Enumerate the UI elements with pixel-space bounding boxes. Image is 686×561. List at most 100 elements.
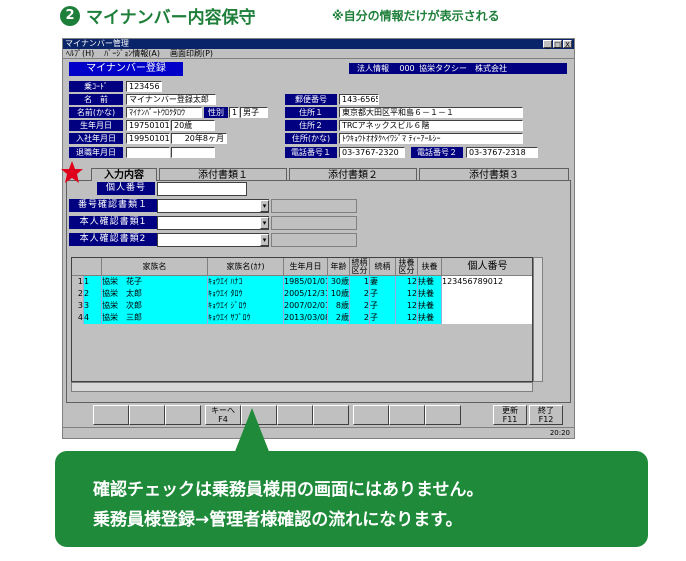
grid-cell-mynum[interactable] bbox=[442, 300, 532, 312]
mynum-input[interactable] bbox=[157, 182, 247, 196]
fkey-f6[interactable] bbox=[277, 405, 313, 425]
kana-field[interactable]: ﾏｲﾅﾝﾊﾞｰﾄｳﾛｸﾀﾛｳ bbox=[126, 107, 202, 118]
fkey-f12[interactable]: 終了 F12 bbox=[529, 405, 563, 425]
confirm-doc-select[interactable] bbox=[157, 199, 269, 213]
grid-header: 扶養区分 bbox=[396, 258, 418, 276]
minimize-button[interactable]: _ bbox=[543, 40, 552, 49]
grid-cell-age: 30歳 bbox=[328, 276, 350, 288]
zip-label: 郵便番号 bbox=[285, 94, 337, 105]
grid-cell-rc: 2 bbox=[350, 300, 370, 312]
tel1-field[interactable]: 03-3767-2320 bbox=[339, 147, 405, 158]
grid-cell-mynum[interactable] bbox=[442, 288, 532, 300]
grid-cell-name: 協栄 花子 bbox=[102, 276, 208, 288]
sex-code-field[interactable]: 1 bbox=[229, 107, 239, 118]
grid-cell-birth: 2007/02/01 bbox=[284, 300, 328, 312]
fkey-f1[interactable] bbox=[93, 405, 129, 425]
sex-label: 性別 bbox=[204, 107, 228, 118]
grid-cell-rc: 1 bbox=[350, 276, 370, 288]
fkey-f2[interactable] bbox=[129, 405, 165, 425]
addr1-label: 住所１ bbox=[285, 107, 337, 118]
retire-label: 退職年月日 bbox=[69, 147, 123, 158]
grid-cell-rel: 妻 bbox=[370, 276, 396, 288]
emp-code-label: 乗ｺｰﾄﾞ bbox=[69, 81, 123, 92]
grid-cell-kana: ｷｮｳｴｲ ﾀﾛｳ bbox=[208, 288, 284, 300]
age-field: 20歳 bbox=[171, 120, 215, 131]
grid-cell-dep: 扶養 bbox=[418, 300, 442, 312]
grid-header: 家族名(ｶﾅ) bbox=[208, 258, 284, 276]
menu-version[interactable]: ﾊﾞｰｼﾞｮﾝ情報(A) bbox=[104, 49, 160, 58]
chevron-down-icon[interactable]: ▾ bbox=[260, 200, 269, 212]
grid-cell-mynum[interactable] bbox=[442, 312, 532, 324]
name-field[interactable]: マイナンバー登録太郎 bbox=[126, 94, 216, 105]
star-icon bbox=[61, 161, 83, 183]
grid-cell-dc: 12 bbox=[396, 276, 418, 288]
company-code: 000 bbox=[397, 63, 417, 74]
grid-cell-mynum[interactable]: 123456789012 bbox=[442, 276, 532, 288]
tel2-field[interactable]: 03-3767-2318 bbox=[466, 147, 538, 158]
title-bar: マイナンバー管理 _ □ X bbox=[63, 39, 574, 49]
grid-header: 扶養 bbox=[418, 258, 442, 276]
fkey-f3[interactable] bbox=[165, 405, 201, 425]
table-row[interactable]: 3 3 協栄 次郎 ｷｮｳｴｲ ｼﾞﾛｳ 2007/02/01 8歳 2 子 12 扶養 bbox=[72, 300, 532, 312]
fkey-f7[interactable] bbox=[313, 405, 349, 425]
chevron-down-icon[interactable]: ▾ bbox=[260, 217, 269, 229]
chevron-down-icon[interactable]: ▾ bbox=[260, 234, 269, 246]
grid-header: 個人番号 bbox=[442, 258, 532, 276]
grid-cell-no: 4 bbox=[72, 312, 84, 324]
status-bar: 20:20 bbox=[63, 427, 574, 438]
vertical-scrollbar[interactable] bbox=[533, 257, 543, 382]
grid-cell-birth: 1985/01/01 bbox=[284, 276, 328, 288]
grid-cell-rc: 2 bbox=[350, 312, 370, 324]
callout-line-1: 確認チェックは乗務員様用の画面にはありません。 bbox=[93, 480, 484, 500]
grid-cell-idx: 3 bbox=[84, 300, 102, 312]
menu-help[interactable]: ﾍﾙﾌﾟ(H) bbox=[66, 49, 94, 58]
zip-field[interactable]: 143-6565 bbox=[339, 94, 379, 105]
grid-cell-rel: 子 bbox=[370, 312, 396, 324]
callout-box: 確認チェックは乗務員様用の画面にはありません。 乗務員様登録→管理者様確認の流れ… bbox=[55, 451, 648, 547]
fkey-f9[interactable] bbox=[389, 405, 425, 425]
maximize-button[interactable]: □ bbox=[553, 40, 562, 49]
menu-print[interactable]: 画面印刷(P) bbox=[170, 49, 213, 58]
tel2-label: 電話番号２ bbox=[411, 147, 463, 158]
table-row[interactable]: 4 4 協栄 三郎 ｷｮｳｴｲ ｻﾌﾞﾛｳ 2013/03/08 2歳 2 子 12 扶養 bbox=[72, 312, 532, 324]
callout-line-2: 乗務員様登録→管理者様確認の流れになります。 bbox=[93, 510, 463, 530]
app-window: マイナンバー管理 _ □ X ﾍﾙﾌﾟ(H) ﾊﾞｰｼﾞｮﾝ情報(A) 画面印刷(P) … bbox=[62, 38, 575, 439]
addr1-field[interactable]: 東京都大田区平和島６－１－１ bbox=[339, 107, 523, 118]
table-row[interactable]: 1 1 協栄 花子 ｷｮｳｴｲ ﾊﾅｺ 1985/01/01 30歳 1 妻 12 扶養 12345… bbox=[72, 276, 532, 288]
grid-cell-dc: 12 bbox=[396, 312, 418, 324]
id-doc1-select[interactable] bbox=[157, 216, 269, 230]
id-doc2-extra bbox=[271, 233, 357, 247]
grid-header: 年齢 bbox=[328, 258, 350, 276]
section-note: ※自分の情報だけが表示される bbox=[332, 9, 500, 23]
emp-code-field[interactable]: 123456 bbox=[126, 81, 162, 92]
horizontal-scrollbar[interactable] bbox=[71, 382, 533, 392]
callout-pointer bbox=[234, 408, 270, 454]
id-doc2-select[interactable] bbox=[157, 233, 269, 247]
table-row[interactable]: 2 2 協栄 太郎 ｷｮｳｴｲ ﾀﾛｳ 2005/12/31 10歳 2 子 12 扶養 bbox=[72, 288, 532, 300]
grid-cell-kana: ｷｮｳｴｲ ﾊﾅｺ bbox=[208, 276, 284, 288]
addrk-field[interactable]: ﾄｳｷｮｳﾄｵｵﾀｸﾍｲﾜｼﾞﾏ ﾃｨｰｱｰﾙｼｰ bbox=[339, 133, 523, 144]
addr2-field[interactable]: TRCアネックスビル６階 bbox=[339, 120, 523, 131]
join-field[interactable]: 19950101 bbox=[126, 133, 170, 144]
grid-corner bbox=[72, 258, 102, 276]
grid-cell-idx: 1 bbox=[84, 276, 102, 288]
fkey-f10[interactable] bbox=[425, 405, 461, 425]
grid-cell-age: 8歳 bbox=[328, 300, 350, 312]
grid-cell-dep: 扶養 bbox=[418, 276, 442, 288]
grid-cell-name: 協栄 次郎 bbox=[102, 300, 208, 312]
fkey-f11[interactable]: 更新 F11 bbox=[493, 405, 527, 425]
family-grid: 家族名 家族名(ｶﾅ) 生年月日 年齢 続柄区分 続柄 扶養区分 扶養 個人番号… bbox=[71, 257, 533, 382]
retire-field[interactable] bbox=[126, 147, 170, 158]
name-label: 名 前 bbox=[69, 94, 123, 105]
grid-cell-birth: 2005/12/31 bbox=[284, 288, 328, 300]
grid-header: 生年月日 bbox=[284, 258, 328, 276]
close-button[interactable]: X bbox=[563, 40, 572, 49]
grid-cell-birth: 2013/03/08 bbox=[284, 312, 328, 324]
birth-field[interactable]: 19750101 bbox=[126, 120, 170, 131]
fkey-f8[interactable] bbox=[353, 405, 389, 425]
addr2-label: 住所２ bbox=[285, 120, 337, 131]
sex-field: 男子 bbox=[240, 107, 268, 118]
grid-cell-age: 10歳 bbox=[328, 288, 350, 300]
tab-input[interactable]: 入力内容 bbox=[91, 168, 157, 181]
grid-cell-dc: 12 bbox=[396, 300, 418, 312]
